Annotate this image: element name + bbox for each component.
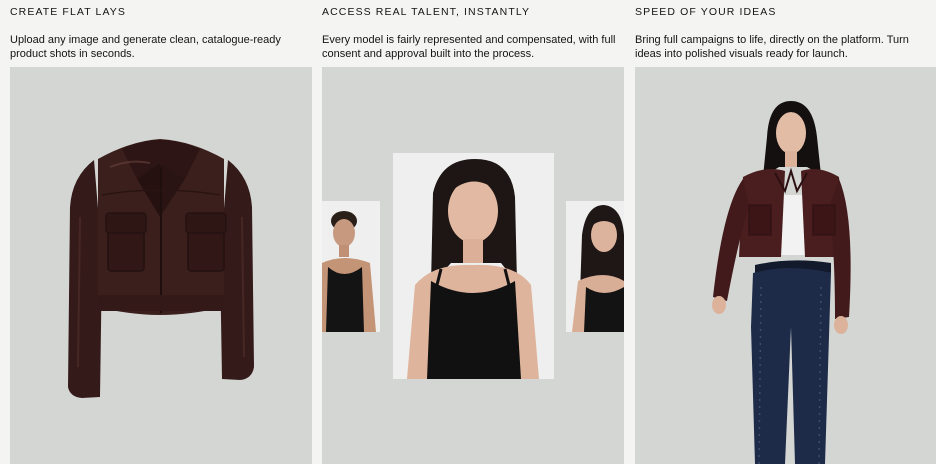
feature-description: Upload any image and generate clean, cat…	[10, 34, 281, 60]
feature-description: Bring full campaigns to life, directly o…	[635, 34, 909, 60]
feature-title: SPEED OF YOUR IDEAS	[635, 6, 777, 18]
flat-lay-image-panel	[10, 67, 312, 464]
talent-card-left[interactable]	[322, 201, 380, 332]
feature-title: ACCESS REAL TALENT, INSTANTLY	[322, 6, 531, 18]
female-model-image	[407, 159, 539, 379]
campaign-image-panel	[635, 67, 936, 464]
feature-real-talent: ACCESS REAL TALENT, INSTANTLY Every mode…	[322, 0, 624, 464]
leather-jacket-image	[68, 139, 254, 398]
talent-image-panel	[322, 67, 624, 464]
features-section: CREATE FLAT LAYS Upload any image and ge…	[0, 0, 936, 464]
feature-speed-ideas: SPEED OF YOUR IDEAS Bring full campaigns…	[635, 0, 936, 464]
female-model-bangs-image	[572, 205, 624, 332]
feature-title: CREATE FLAT LAYS	[10, 6, 127, 18]
feature-flat-lays: CREATE FLAT LAYS Upload any image and ge…	[10, 0, 312, 464]
male-model-image	[322, 211, 376, 332]
talent-card-right[interactable]	[566, 201, 624, 332]
talent-card-center[interactable]	[393, 153, 554, 379]
feature-description: Every model is fairly represented and co…	[322, 34, 616, 60]
walking-model-image	[712, 101, 851, 464]
